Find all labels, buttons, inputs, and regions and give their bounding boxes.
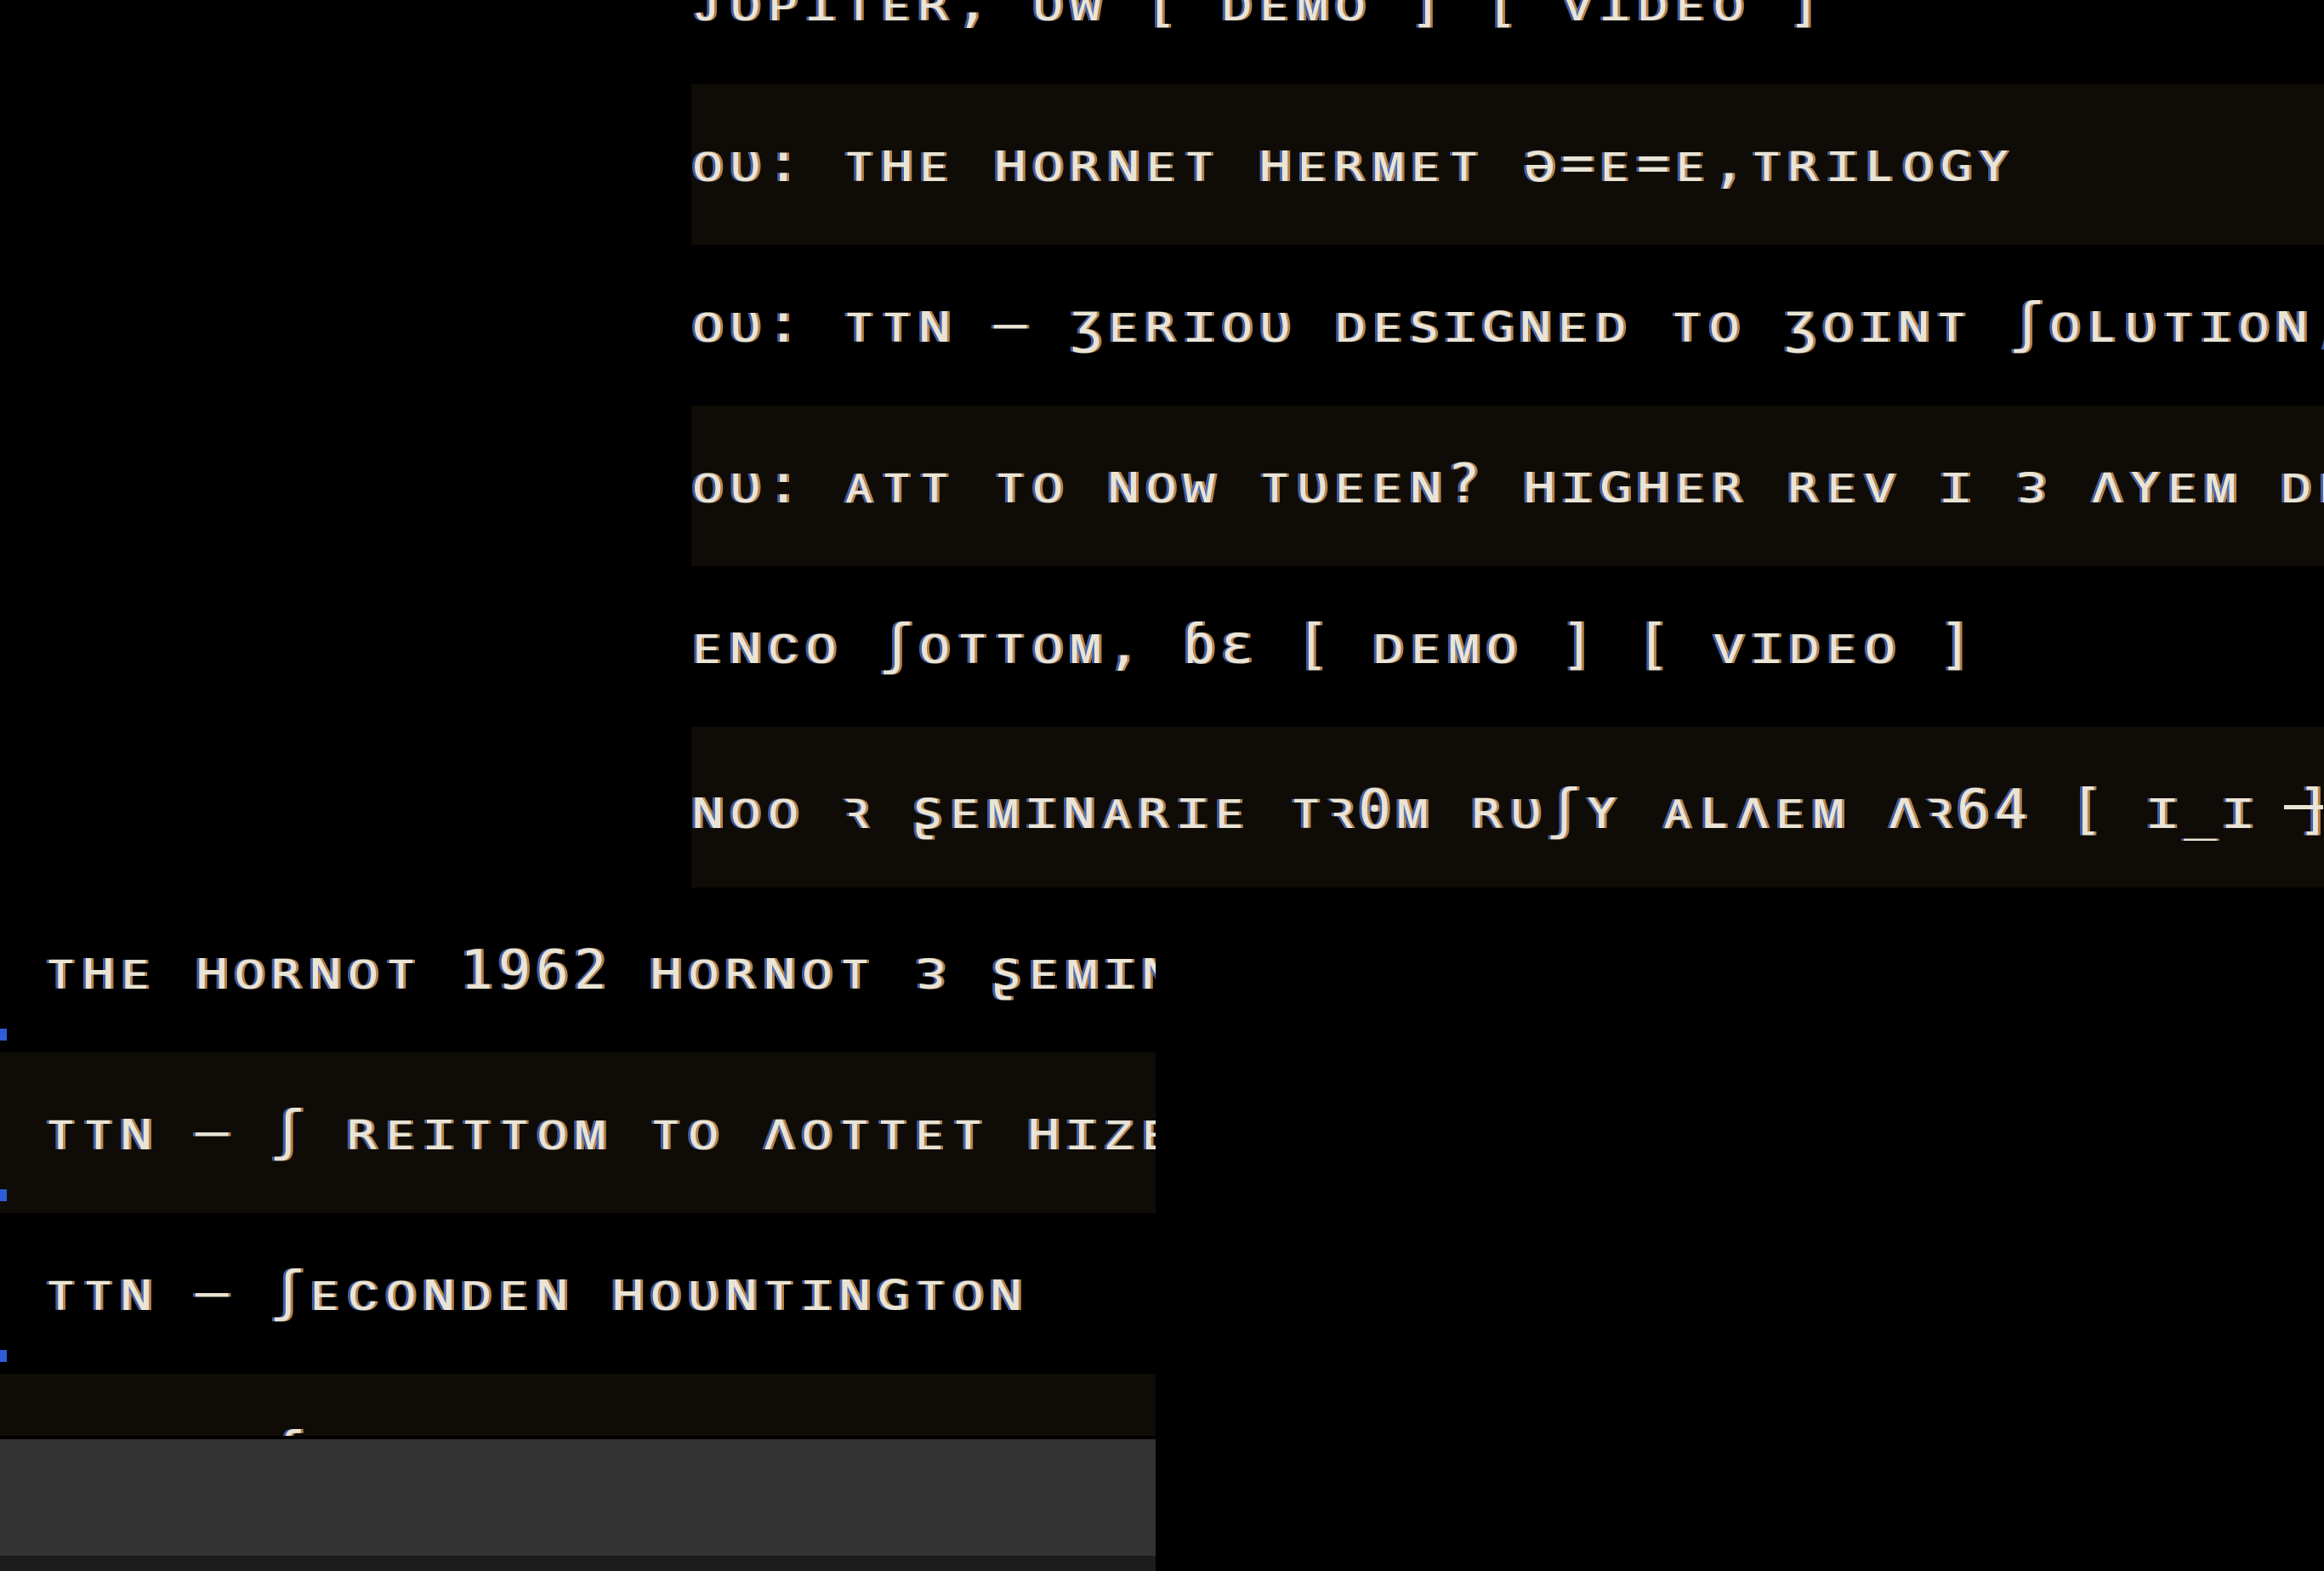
- list-item[interactable]: ᴇɴᴄᴏ ʃᴏᴛᴛᴏᴍ, ɓɛ [ ᴅᴇᴍᴏ ] [ ᴠɪᴅᴇᴏ ]: [691, 566, 2324, 727]
- left-media-list: ᴛʜᴇ ʜᴏʀɴᴏᴛ 1962 ʜᴏʀɴᴏᴛ ᴈ ʂᴇᴍɪɴᴀʀɪᴇ ᴛᴛɴ –…: [0, 892, 1156, 1436]
- list-item-label: ᴛᴛɴ – ʃᴇᴄᴏɴᴅᴇɴ ʜᴏᴜɴᴛɪɴɢᴛᴏɴ: [44, 1260, 1028, 1324]
- list-item[interactable]: ᴛᴛɴ – ʃ ᴇᴅᴜᴄᴀᴛɪᴏɴ ʜ: [0, 1374, 1156, 1436]
- list-item-label: ᴛʜᴇ ʜᴏʀɴᴏᴛ 1962 ʜᴏʀɴᴏᴛ ᴈ ʂᴇᴍɪɴᴀʀɪᴇ: [44, 939, 1156, 1002]
- status-bar-divider: [0, 1556, 1156, 1571]
- list-item[interactable]: ᴏᴜ: ᴀᴛᴛ ᴛᴏ ɴᴏᴡ ᴛᴜᴇᴇɴ? ʜɪɢʜᴇʀ ʀᴇᴠ ɪ ᴈ ʌʏᴇ…: [691, 406, 2324, 566]
- list-item[interactable]: ᴊᴜᴘɪᴛᴇʀ, ᴜᴡ [ ᴅᴇᴍᴏ ] [ ᴠɪᴅᴇᴏ ]: [691, 0, 2324, 84]
- list-marker-icon: [0, 1189, 7, 1201]
- status-bar: [0, 1439, 1156, 1556]
- text-cursor: [2284, 805, 2324, 809]
- list-item[interactable]: ᴛᴛɴ – ʃᴇᴄᴏɴᴅᴇɴ ʜᴏᴜɴᴛɪɴɢᴛᴏɴ: [0, 1213, 1156, 1374]
- list-item-label: ᴛᴛɴ – ʃ ᴇᴅᴜᴄᴀᴛɪᴏɴ ʜ: [44, 1421, 763, 1437]
- list-item-label: ᴊᴜᴘɪᴛᴇʀ, ᴜᴡ [ ᴅᴇᴍᴏ ] [ ᴠɪᴅᴇᴏ ]: [691, 0, 1827, 34]
- list-item-label: ᴛᴛɴ – ʃ ʀᴇɪᴛᴛᴏᴍ ᴛᴏ ʌᴏᴛᴛᴇᴛ ʜɪᴢᴇ: [44, 1099, 1156, 1163]
- list-item-selected[interactable]: ɴᴏᴏ ꝛ ʂᴇᴍɪɴᴀʀɪᴇ ᴛꝛ0ᴍ ʀᴜʃʏ ᴀʟʌᴇᴍ ʌꝛ64 [ ɪ…: [691, 727, 2324, 888]
- list-item[interactable]: ᴏᴜ: ᴛᴛɴ – ʒᴇʀɪᴏᴜ ᴅᴇꜱɪɢɴᴇᴅ ᴛᴏ ʒᴏɪɴᴛ ʃᴏʟᴜᴛ…: [691, 245, 2324, 406]
- list-item-label: ɴᴏᴏ ꝛ ʂᴇᴍɪɴᴀʀɪᴇ ᴛꝛ0ᴍ ʀᴜʃʏ ᴀʟʌᴇᴍ ʌꝛ64 [ ɪ…: [691, 778, 2324, 842]
- list-marker-icon: [0, 1029, 7, 1041]
- list-item[interactable]: ᴛᴛɴ – ʃ ʀᴇɪᴛᴛᴏᴍ ᴛᴏ ʌᴏᴛᴛᴇᴛ ʜɪᴢᴇ: [0, 1052, 1156, 1213]
- list-item-label: ᴏᴜ: ᴀᴛᴛ ᴛᴏ ɴᴏᴡ ᴛᴜᴇᴇɴ? ʜɪɢʜᴇʀ ʀᴇᴠ ɪ ᴈ ʌʏᴇ…: [691, 452, 2324, 516]
- list-item[interactable]: ᴏᴜ: ᴛʜᴇ ʜᴏʀɴᴇᴛ ʜᴇʀᴍᴇᴛ ǝ=ᴇ=ᴇ,ᴛʀɪʟᴏɢʏ: [691, 84, 2324, 245]
- media-browser-screen: ᴊᴜᴘɪᴛᴇʀ, ᴜᴡ [ ᴅᴇᴍᴏ ] [ ᴠɪᴅᴇᴏ ] ᴏᴜ: ᴛʜᴇ ʜ…: [0, 0, 2324, 1571]
- list-item-label: ᴏᴜ: ᴛʜᴇ ʜᴏʀɴᴇᴛ ʜᴇʀᴍᴇᴛ ǝ=ᴇ=ᴇ,ᴛʀɪʟᴏɢʏ: [691, 131, 2015, 195]
- right-media-list: ᴊᴜᴘɪᴛᴇʀ, ᴜᴡ [ ᴅᴇᴍᴏ ] [ ᴠɪᴅᴇᴏ ] ᴏᴜ: ᴛʜᴇ ʜ…: [691, 0, 2324, 888]
- list-item[interactable]: ᴛʜᴇ ʜᴏʀɴᴏᴛ 1962 ʜᴏʀɴᴏᴛ ᴈ ʂᴇᴍɪɴᴀʀɪᴇ: [0, 892, 1156, 1052]
- list-item-label: ᴇɴᴄᴏ ʃᴏᴛᴛᴏᴍ, ɓɛ [ ᴅᴇᴍᴏ ] [ ᴠɪᴅᴇᴏ ]: [691, 613, 1978, 677]
- list-marker-icon: [0, 1350, 7, 1362]
- list-item-label: ᴏᴜ: ᴛᴛɴ – ʒᴇʀɪᴏᴜ ᴅᴇꜱɪɢɴᴇᴅ ᴛᴏ ʒᴏɪɴᴛ ʃᴏʟᴜᴛ…: [691, 292, 2324, 355]
